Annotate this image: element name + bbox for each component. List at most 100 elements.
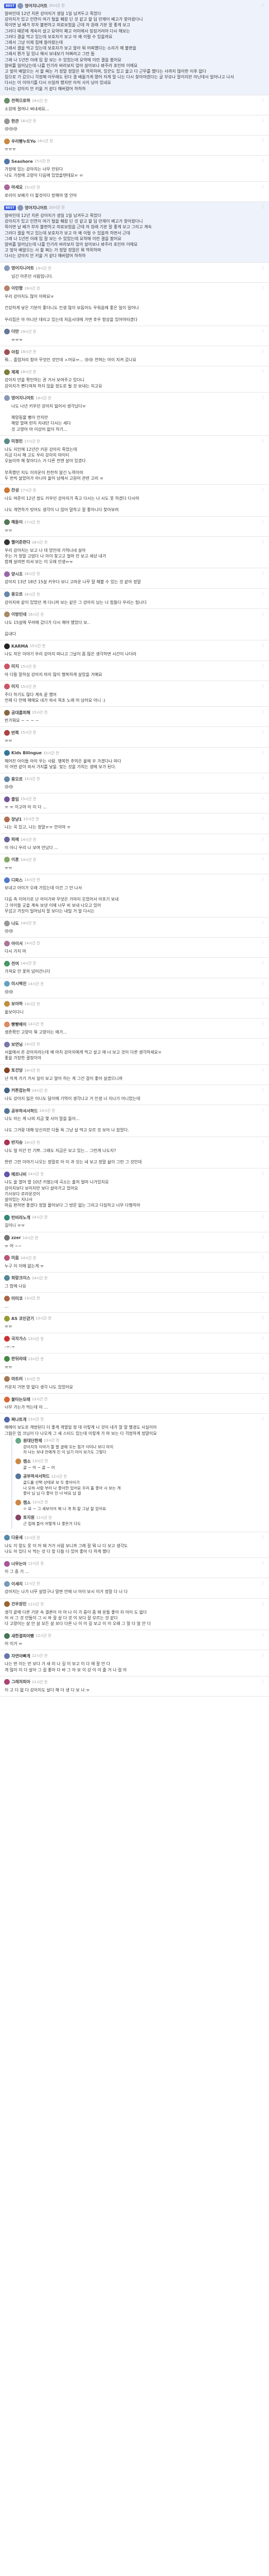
avatar[interactable] xyxy=(4,940,10,946)
avatar[interactable] xyxy=(4,1108,10,1114)
more-options-icon[interactable]: ⋮ xyxy=(261,1633,265,1637)
more-options-icon[interactable]: ⋮ xyxy=(261,940,265,945)
author-name[interactable]: 빵빵베이 xyxy=(11,1022,26,1027)
avatar[interactable] xyxy=(4,877,10,883)
author-name[interactable]: 캠소 xyxy=(23,1500,31,1505)
more-options-icon[interactable]: ⋮ xyxy=(261,730,265,734)
author-name[interactable]: 찬성 xyxy=(11,487,19,493)
author-name[interactable]: 이민형 xyxy=(11,285,23,291)
author-name[interactable]: 장냥1 xyxy=(11,817,22,822)
more-options-icon[interactable]: ⋮ xyxy=(261,1416,265,1421)
more-options-icon[interactable]: ⋮ xyxy=(261,981,265,986)
more-options-icon[interactable]: ⋮ xyxy=(261,1376,265,1381)
author-name[interactable]: 턴비라노개 xyxy=(11,1215,30,1221)
author-name[interactable]: 국자가스 xyxy=(11,1336,26,1342)
avatar[interactable] xyxy=(4,1275,10,1281)
author-name[interactable]: 해돋이 xyxy=(11,519,23,525)
more-options-icon[interactable]: ⋮ xyxy=(261,1561,265,1565)
more-options-icon[interactable]: ⋮ xyxy=(261,329,265,333)
avatar[interactable] xyxy=(4,1581,10,1587)
avatar[interactable] xyxy=(4,571,10,577)
author-name[interactable]: Seashore xyxy=(11,159,33,164)
more-options-icon[interactable]: ⋮ xyxy=(261,438,265,443)
author-name[interactable]: 자연아빠게 xyxy=(11,1653,30,1659)
avatar[interactable] xyxy=(4,816,10,822)
author-name[interactable]: KARMA xyxy=(11,644,28,649)
more-options-icon[interactable]: ⋮ xyxy=(261,591,265,596)
more-options-icon[interactable]: ⋮ xyxy=(261,98,265,103)
avatar[interactable] xyxy=(4,285,10,292)
avatar[interactable] xyxy=(15,1458,21,1464)
more-options-icon[interactable]: ⋮ xyxy=(261,1001,265,1006)
avatar[interactable] xyxy=(4,1171,10,1177)
avatar[interactable] xyxy=(4,118,10,124)
avatar[interactable] xyxy=(4,1336,10,1342)
author-name[interactable]: 보연님 xyxy=(11,1042,23,1047)
avatar[interactable] xyxy=(4,1416,10,1422)
avatar[interactable] xyxy=(15,1515,21,1521)
more-options-icon[interactable]: ⋮ xyxy=(261,1041,265,1046)
more-options-icon[interactable]: ⋮ xyxy=(261,1679,265,1684)
author-name[interactable]: 한큰 xyxy=(11,118,19,124)
author-name[interactable]: 우리빵누트Yo xyxy=(11,139,35,144)
more-options-icon[interactable]: ⋮ xyxy=(261,1171,265,1176)
author-name[interactable]: 원대단한제 xyxy=(23,1438,42,1444)
author-name[interactable]: 더만 xyxy=(11,329,19,334)
author-name[interactable]: 이방인네 xyxy=(11,612,26,617)
avatar[interactable] xyxy=(4,1561,10,1567)
avatar[interactable] xyxy=(4,730,10,736)
more-options-icon[interactable]: ⋮ xyxy=(261,1108,265,1112)
author-name[interactable]: 그래처피아 xyxy=(11,1679,30,1685)
avatar[interactable] xyxy=(4,265,10,272)
author-name[interactable]: 미지 xyxy=(11,684,19,689)
avatar[interactable] xyxy=(17,205,24,211)
more-options-icon[interactable]: ⋮ xyxy=(261,1021,265,1026)
more-options-icon[interactable]: ⋮ xyxy=(261,1581,265,1585)
author-name[interactable]: 불타는모래 xyxy=(11,1397,30,1402)
author-name[interactable]: 너무는아 xyxy=(11,1561,26,1567)
more-options-icon[interactable]: ⋮ xyxy=(261,857,265,861)
author-name[interactable]: 마트러 xyxy=(11,1376,23,1382)
more-options-icon[interactable]: ⋮ xyxy=(261,285,265,290)
avatar[interactable] xyxy=(4,684,10,690)
avatar[interactable] xyxy=(4,960,10,967)
author-name[interactable]: 전력으로하 xyxy=(11,98,30,104)
author-name[interactable]: 제제 xyxy=(11,369,19,375)
more-options-icon[interactable]: ⋮ xyxy=(261,1067,265,1072)
more-options-icon[interactable]: ⋮ xyxy=(261,1356,265,1361)
avatar[interactable] xyxy=(4,487,10,494)
author-name[interactable]: 영어지니어트 xyxy=(11,395,34,401)
author-name[interactable]: 이혼 xyxy=(11,857,19,862)
author-name[interactable]: 피에 xyxy=(11,837,19,842)
avatar[interactable] xyxy=(4,329,10,335)
avatar[interactable] xyxy=(4,1356,10,1362)
author-name[interactable]: 메르나비 xyxy=(11,1172,26,1177)
more-options-icon[interactable]: ⋮ xyxy=(261,487,265,492)
more-options-icon[interactable]: ⋮ xyxy=(261,709,265,714)
avatar[interactable] xyxy=(4,1396,10,1402)
more-options-icon[interactable]: ⋮ xyxy=(261,1295,265,1300)
avatar[interactable] xyxy=(4,664,10,670)
more-options-icon[interactable]: ⋮ xyxy=(261,1088,265,1092)
avatar[interactable] xyxy=(4,612,10,618)
more-options-icon[interactable]: ⋮ xyxy=(261,612,265,616)
avatar[interactable] xyxy=(4,643,10,649)
avatar[interactable] xyxy=(4,138,10,144)
author-name[interactable]: 미지 xyxy=(11,664,19,669)
more-options-icon[interactable]: ⋮ xyxy=(261,837,265,841)
more-options-icon[interactable]: ⋮ xyxy=(261,3,265,7)
more-options-icon[interactable]: ⋮ xyxy=(261,349,265,353)
more-options-icon[interactable]: ⋮ xyxy=(261,265,265,270)
avatar[interactable] xyxy=(4,438,10,445)
avatar[interactable] xyxy=(4,395,10,401)
author-name[interactable]: 새한결피아빵 xyxy=(11,1633,34,1639)
avatar[interactable] xyxy=(15,1437,21,1444)
author-name[interactable]: 이세리 xyxy=(11,1581,23,1587)
author-name[interactable]: 미시벽진 xyxy=(11,981,26,987)
author-name[interactable]: 캠소 xyxy=(23,1459,31,1464)
avatar[interactable] xyxy=(4,1679,10,1685)
avatar[interactable] xyxy=(4,1041,10,1047)
avatar[interactable] xyxy=(4,1021,10,1027)
more-options-icon[interactable]: ⋮ xyxy=(261,1336,265,1341)
author-name[interactable]: 영어지니어트 xyxy=(11,265,34,271)
